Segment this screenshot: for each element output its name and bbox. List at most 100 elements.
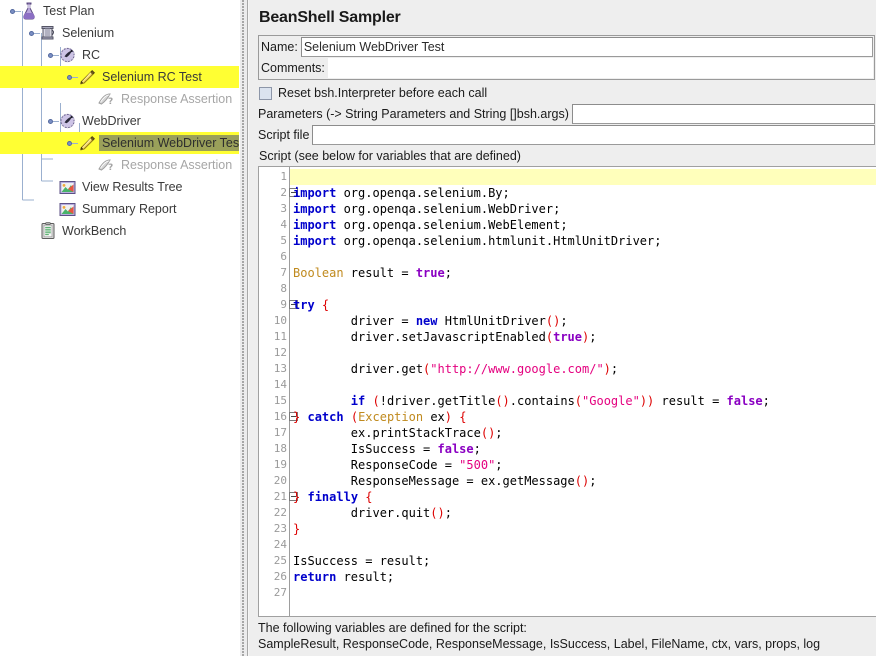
tree-node-summary-report[interactable]: Summary Report <box>0 198 239 220</box>
name-comments-group: Name: Selenium WebDriver Test Comments: <box>258 35 875 80</box>
code-line[interactable] <box>290 249 876 265</box>
comments-input[interactable] <box>327 58 873 78</box>
code-line[interactable]: return result; <box>290 569 876 585</box>
code-token: org.openqa.selenium.By; <box>336 186 510 200</box>
code-line[interactable] <box>290 345 876 361</box>
page-title: BeanShell Sampler <box>259 9 401 26</box>
splitter-grip[interactable] <box>242 0 245 656</box>
gutter-line-number: 24 <box>273 538 287 551</box>
test-plan-tree-panel[interactable]: Test Plan Selenium RC Selenium RC Test ?… <box>0 0 239 656</box>
gutter-line-number: 26 <box>273 570 287 583</box>
reset-interpreter-checkbox[interactable] <box>259 86 272 100</box>
code-token: ; <box>589 474 597 488</box>
code-line[interactable]: import org.openqa.selenium.WebElement; <box>290 217 876 233</box>
gutter-line-number: 13 <box>273 362 287 375</box>
script-editor[interactable]: 1 2 3 4 5 6 7 8 9 10 11 12 13 14 15 16 17 18 19 20 21 22 23 24 2… <box>258 166 876 617</box>
tree-expand-toggle[interactable] <box>65 71 78 84</box>
parameters-row: Parameters (-> String Parameters and Str… <box>258 104 875 124</box>
code-token: "500" <box>459 458 496 472</box>
code-line[interactable]: Boolean result = true; <box>290 265 876 281</box>
tree-node-selenium-webdriver-test[interactable]: Selenium WebDriver Test <box>0 132 239 154</box>
code-token: IsSuccess = result; <box>293 554 431 568</box>
code-token: { <box>321 298 330 312</box>
panel-splitter[interactable] <box>239 0 248 656</box>
code-line[interactable]: IsSuccess = result; <box>290 553 876 569</box>
code-token: driver.quit <box>293 506 431 520</box>
tree-node-list[interactable]: Test Plan Selenium RC Selenium RC Test ?… <box>0 0 239 242</box>
gutter-line-number: 8 <box>280 282 287 295</box>
code-line[interactable]: IsSuccess = false; <box>290 441 876 457</box>
code-line[interactable]: driver.get("http://www.google.com/"); <box>290 361 876 377</box>
tree-node-label: Selenium <box>62 26 115 40</box>
code-token: driver.setJavascriptEnabled <box>293 330 546 344</box>
tree-node-label: Response Assertion <box>121 92 233 106</box>
tree-expand-toggle[interactable] <box>27 27 40 40</box>
comments-row: Comments: <box>261 58 873 78</box>
tree-node-view-results-tree[interactable]: View Results Tree <box>0 176 239 198</box>
gutter-line-number: 27 <box>273 586 287 599</box>
script-file-label: Script file <box>258 128 310 142</box>
reset-interpreter-row[interactable]: Reset bsh.Interpreter before each call <box>258 82 875 104</box>
code-line[interactable] <box>290 281 876 297</box>
code-token: ; <box>444 506 452 520</box>
code-line[interactable]: } finally { <box>290 489 876 505</box>
code-token: ; <box>444 266 452 280</box>
code-line[interactable]: driver = new HtmlUnitDriver(); <box>290 313 876 329</box>
tree-expand-toggle[interactable] <box>65 137 78 150</box>
gutter-line-number: 22 <box>273 506 287 519</box>
tree-expand-toggle[interactable] <box>46 49 59 62</box>
gutter-line-number: 18 <box>273 442 287 455</box>
code-line[interactable] <box>290 585 876 601</box>
gutter-line-number: 1 <box>280 170 287 183</box>
code-token: true <box>553 330 583 344</box>
code-line[interactable]: ResponseCode = "500"; <box>290 457 876 473</box>
parameters-input[interactable] <box>571 104 875 124</box>
tree-node-response-assertion[interactable]: ? Response Assertion <box>0 154 239 176</box>
code-token: driver.get <box>293 362 424 376</box>
code-line[interactable]: ex.printStackTrace(); <box>290 425 876 441</box>
tree-node-label: View Results Tree <box>82 180 183 194</box>
code-line[interactable] <box>290 377 876 393</box>
tree-node-test-plan[interactable]: Test Plan <box>0 0 239 22</box>
name-input[interactable]: Selenium WebDriver Test <box>300 37 873 57</box>
tree-node-webdriver[interactable]: WebDriver <box>0 110 239 132</box>
code-token: ; <box>495 458 503 472</box>
script-file-input[interactable] <box>312 125 875 145</box>
code-line[interactable]: if (!driver.getTitle().contains("Google"… <box>290 393 876 409</box>
code-token: ) <box>603 362 611 376</box>
tree-node-selenium[interactable]: Selenium <box>0 22 239 44</box>
tree-node-response-assertion[interactable]: ? Response Assertion <box>0 88 239 110</box>
editor-code-area[interactable]: import org.openqa.selenium.By; import org… <box>290 167 876 616</box>
code-line[interactable]: driver.setJavascriptEnabled(true); <box>290 329 876 345</box>
gutter-line-number: 9 <box>259 297 298 313</box>
assertion-icon: ? <box>97 91 115 107</box>
code-line[interactable]: ResponseMessage = ex.getMessage(); <box>290 473 876 489</box>
tree-expand-toggle[interactable] <box>8 5 21 18</box>
code-line[interactable]: driver.quit(); <box>290 505 876 521</box>
script-file-row: Script file <box>258 125 875 145</box>
code-token: org.openqa.selenium.WebDriver; <box>336 202 561 216</box>
tree-expand-toggle[interactable] <box>46 115 59 128</box>
gutter-line-number: 10 <box>273 314 287 327</box>
code-token: import <box>293 234 337 248</box>
code-line[interactable]: import org.openqa.selenium.WebDriver; <box>290 201 876 217</box>
code-line[interactable] <box>290 169 876 185</box>
code-line[interactable]: import org.openqa.selenium.htmlunit.Html… <box>290 233 876 249</box>
tree-node-selenium-rc-test[interactable]: Selenium RC Test <box>0 66 239 88</box>
tree-node-rc[interactable]: RC <box>0 44 239 66</box>
code-token: ( <box>574 394 583 408</box>
code-line[interactable]: try { <box>290 297 876 313</box>
code-line[interactable]: } catch (Exception ex) { <box>290 409 876 425</box>
code-line[interactable]: import org.openqa.selenium.By; <box>290 185 876 201</box>
code-token: () <box>430 506 445 520</box>
code-line[interactable] <box>290 537 876 553</box>
code-line[interactable]: } <box>290 521 876 537</box>
code-token: true <box>415 266 445 280</box>
code-token: Boolean <box>293 266 344 280</box>
tree-node-workbench[interactable]: WorkBench <box>0 220 239 242</box>
